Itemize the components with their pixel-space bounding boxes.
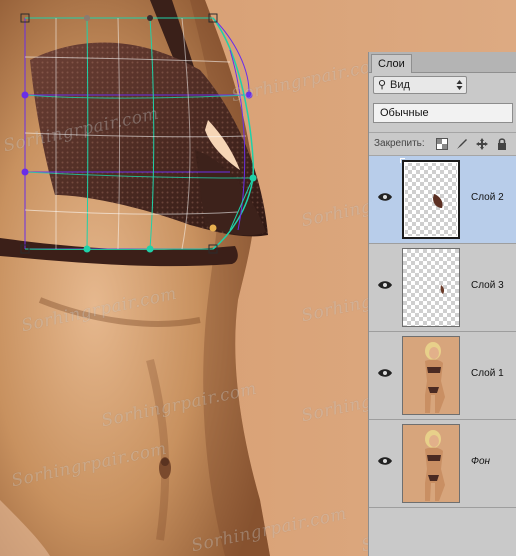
layer-name[interactable]: Слой 2 [471,192,504,203]
panel-tab-bar: Слои [369,52,516,73]
layer-name[interactable]: Слой 1 [471,368,504,379]
updown-arrows-icon [456,80,463,90]
layer-thumbnail [402,336,460,415]
layer-thumbnail [402,160,460,239]
layer-filter-label: Вид [390,79,410,91]
lock-toolbar: Закрепить: [369,132,516,156]
layer-thumbnail [402,248,460,327]
layer-row-1[interactable]: Слой 1 [369,332,516,420]
selection-marker [400,158,405,163]
eye-icon[interactable] [378,280,392,290]
layer-filter-select[interactable]: ⚲ Вид [373,76,467,94]
layer-row-2[interactable]: Слой 2 [369,156,516,244]
eye-icon[interactable] [378,192,392,202]
layer-thumbnail [402,424,460,503]
lock-all-icon[interactable] [496,138,508,150]
tab-layers[interactable]: Слои [371,54,412,73]
search-icon: ⚲ [378,79,387,91]
eye-icon[interactable] [378,456,392,466]
layer-name[interactable]: Слой 3 [471,280,504,291]
layer-row-3[interactable]: Слой 3 [369,244,516,332]
lock-image-pixels-icon[interactable] [456,138,468,150]
layer-row-background[interactable]: Фон [369,420,516,508]
lock-position-icon[interactable] [476,138,488,150]
lock-transparent-pixels-icon[interactable] [436,138,448,150]
layers-panel: Слои ⚲ Вид Обычные Закрепить: Слой 2 Сло… [368,52,516,556]
layer-name[interactable]: Фон [471,456,490,467]
blend-mode-value: Обычные [380,107,429,119]
eye-icon[interactable] [378,368,392,378]
lock-label: Закрепить: [374,138,425,149]
blend-mode-select[interactable]: Обычные [373,103,513,123]
